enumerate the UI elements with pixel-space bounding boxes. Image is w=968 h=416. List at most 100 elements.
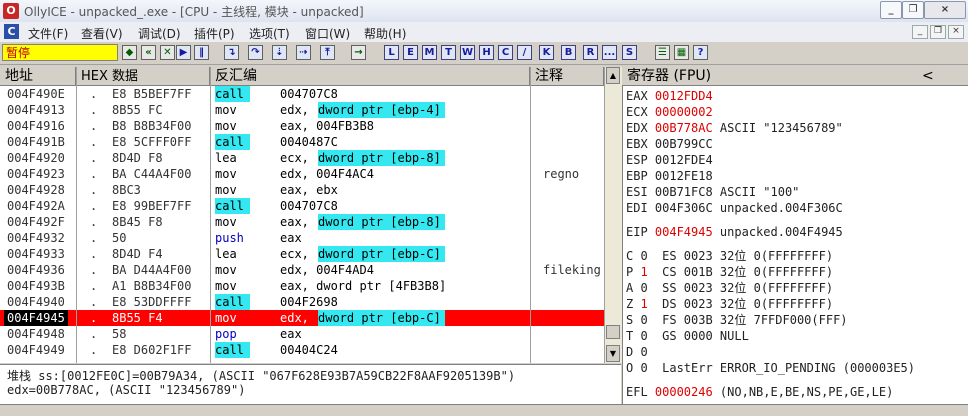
disasm-row[interactable]: 004F4928. 8BC3 mov eax, ebx xyxy=(0,182,604,198)
disasm-row[interactable]: 004F491B. E8 5CFFF0FF call 0040487C xyxy=(0,134,604,150)
row-address[interactable]: 004F4945 xyxy=(4,310,68,326)
disasm-row[interactable]: 004F490E. E8 B5BEF7FF call 004707C8 xyxy=(0,86,604,102)
run-trace-button[interactable]: ... xyxy=(602,45,617,60)
scroll-down-icon[interactable]: ▼ xyxy=(606,345,620,362)
threads-button[interactable]: T xyxy=(441,45,456,60)
handles-button[interactable]: H xyxy=(479,45,494,60)
row-address[interactable]: 004F493B xyxy=(7,278,65,294)
go-to-icon[interactable]: → xyxy=(351,45,366,60)
log-window-button[interactable]: L xyxy=(384,45,399,60)
register-row[interactable]: EDX 00B778AC ASCII "123456789" xyxy=(626,120,843,136)
executable-modules-button[interactable]: E xyxy=(403,45,418,60)
references-button[interactable]: R xyxy=(583,45,598,60)
row-address[interactable]: 004F4949 xyxy=(7,342,65,358)
disasm-row[interactable]: 004F492F. 8B45 F8 mov eax, dword ptr [ebp-8] xyxy=(0,214,604,230)
menu-view[interactable]: 查看(V) xyxy=(81,25,123,42)
register-row[interactable]: ESI 00B71FC8 ASCII "100" xyxy=(626,184,799,200)
disasm-row[interactable]: 004F4932. 50 push eax xyxy=(0,230,604,246)
register-row[interactable]: EBP 0012FE18 xyxy=(626,168,713,184)
step-over-icon[interactable]: ↷ xyxy=(248,45,263,60)
register-row[interactable]: EAX 0012FDD4 xyxy=(626,88,713,104)
run-icon[interactable]: ▶ xyxy=(176,45,191,60)
disasm-row[interactable]: 004F4936. BA D44A4F00 mov edx, 004F4AD4 file… xyxy=(0,262,604,278)
header-comment[interactable]: 注释 xyxy=(530,67,604,86)
disasm-row[interactable]: 004F4940. E8 53DDFFFF call 004F2698 xyxy=(0,294,604,310)
row-address[interactable]: 004F4948 xyxy=(7,326,65,342)
flag-row[interactable]: S 0 FS 003B 32位 7FFDF000(FFF) xyxy=(626,312,848,328)
flag-row[interactable]: T 0 GS 0000 NULL xyxy=(626,328,749,344)
register-row[interactable]: ECX 00000002 xyxy=(626,104,713,120)
registers-pane[interactable]: EAX 0012FDD4 ECX 00000002 EDX 00B778AC ASC… xyxy=(622,86,968,404)
row-address[interactable]: 004F491B xyxy=(7,134,65,150)
rewind-icon[interactable]: « xyxy=(141,45,156,60)
disasm-row[interactable]: 004F4913. 8B55 FC mov edx, dword ptr [ebp-4] xyxy=(0,102,604,118)
execute-till-return-icon[interactable]: ⤒ xyxy=(320,45,335,60)
disasm-row[interactable]: 004F4923. BA C44A4F00 mov edx, 004F4AC4 regn… xyxy=(0,166,604,182)
breakpoints-button[interactable]: B xyxy=(561,45,576,60)
registers-header[interactable]: 寄存器 (FPU) < xyxy=(622,67,968,86)
menu-help[interactable]: 帮助(H) xyxy=(364,25,406,42)
disasm-row[interactable]: 004F4916. B8 B8B34F00 mov eax, 004FB3B8 xyxy=(0,118,604,134)
windows-button[interactable]: W xyxy=(460,45,475,60)
restore-button[interactable]: ❐ xyxy=(902,1,924,19)
row-address[interactable]: 004F4933 xyxy=(7,246,65,262)
stop-icon[interactable]: ✕ xyxy=(160,45,175,60)
row-address[interactable]: 004F4932 xyxy=(7,230,65,246)
flag-row[interactable]: D 0 xyxy=(626,344,662,360)
register-row[interactable]: EBX 00B799CC xyxy=(626,136,713,152)
menu-options[interactable]: 选项(T) xyxy=(249,25,290,42)
eip-row[interactable]: EIP 004F4945 unpacked.004F4945 xyxy=(626,224,843,240)
header-disassembly[interactable]: 反汇编 xyxy=(210,67,530,86)
collapse-arrow-icon[interactable]: < xyxy=(922,67,934,86)
disasm-row[interactable]: 004F493B. A1 B8B34F00 mov eax, dword ptr [4… xyxy=(0,278,604,294)
disasm-row[interactable]: 004F492A. E8 99BEF7FF call 004707C8 xyxy=(0,198,604,214)
cpu-button[interactable]: C xyxy=(498,45,513,60)
row-address[interactable]: 004F492F xyxy=(7,214,65,230)
register-row[interactable]: EDI 004F306C unpacked.004F306C xyxy=(626,200,843,216)
mdi-minimize-button[interactable]: _ xyxy=(912,25,928,39)
pause-icon[interactable]: ‖ xyxy=(194,45,209,60)
row-address[interactable]: 004F492A xyxy=(7,198,65,214)
row-address[interactable]: 004F4913 xyxy=(7,102,65,118)
mdi-close-button[interactable]: × xyxy=(948,25,964,39)
disasm-row[interactable]: 004F4948. 58 pop eax xyxy=(0,326,604,342)
grid-icon[interactable]: ▦ xyxy=(674,45,689,60)
efl-row[interactable]: EFL 00000246 (NO,NB,E,BE,NS,PE,GE,LE) xyxy=(626,384,893,400)
header-address[interactable]: 地址 xyxy=(0,67,76,86)
menu-debug[interactable]: 调试(D) xyxy=(138,25,181,42)
row-address[interactable]: 004F4936 xyxy=(7,262,65,278)
mdi-restore-button[interactable]: ❐ xyxy=(930,25,946,39)
disasm-row[interactable]: 004F4949. E8 D602F1FF call 00404C24 xyxy=(0,342,604,358)
flag-row[interactable]: Z 1 DS 0023 32位 0(FFFFFFFF) xyxy=(626,296,833,312)
step-into-icon[interactable]: ↴ xyxy=(224,45,239,60)
row-address[interactable]: 004F4920 xyxy=(7,150,65,166)
row-address[interactable]: 004F490E xyxy=(7,86,65,102)
disasm-row[interactable]: 004F4920. 8D4D F8 lea ecx, dword ptr [ebp-8] xyxy=(0,150,604,166)
register-row[interactable]: ESP 0012FDE4 xyxy=(626,152,713,168)
disasm-row[interactable]: 004F4945. 8B55 F4 mov edx, dword ptr [ebp-C] xyxy=(0,310,604,326)
scroll-up-icon[interactable]: ▲ xyxy=(606,67,620,84)
patches-button[interactable]: / xyxy=(517,45,532,60)
close-button[interactable]: × xyxy=(924,1,966,19)
row-address[interactable]: 004F4916 xyxy=(7,118,65,134)
header-hex[interactable]: HEX 数据 xyxy=(76,67,210,86)
menu-window[interactable]: 窗口(W) xyxy=(305,25,350,42)
row-address[interactable]: 004F4923 xyxy=(7,166,65,182)
flag-row[interactable]: P 1 CS 001B 32位 0(FFFFFFFF) xyxy=(626,264,833,280)
trace-into-icon[interactable]: ⇣ xyxy=(272,45,287,60)
open-icon[interactable]: ◆ xyxy=(122,45,137,60)
trace-over-icon[interactable]: ⇢ xyxy=(296,45,311,60)
help-icon[interactable]: ? xyxy=(693,45,708,60)
memory-map-button[interactable]: M xyxy=(422,45,437,60)
flag-row[interactable]: C 0 ES 0023 32位 0(FFFFFFFF) xyxy=(626,248,833,264)
source-button[interactable]: S xyxy=(622,45,637,60)
disassembly-scrollbar[interactable]: ▲ ▼ xyxy=(604,67,622,363)
menu-file[interactable]: 文件(F) xyxy=(28,25,68,42)
disasm-row[interactable]: 004F4933. 8D4D F4 lea ecx, dword ptr [ebp-C] xyxy=(0,246,604,262)
menu-plugins[interactable]: 插件(P) xyxy=(194,25,235,42)
scroll-thumb[interactable] xyxy=(606,325,620,339)
call-stack-button[interactable]: K xyxy=(539,45,554,60)
list-icon[interactable]: ☰ xyxy=(655,45,670,60)
row-address[interactable]: 004F4928 xyxy=(7,182,65,198)
row-address[interactable]: 004F4940 xyxy=(7,294,65,310)
